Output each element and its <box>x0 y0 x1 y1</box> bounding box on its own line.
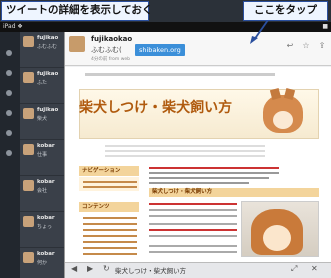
avatar <box>23 108 34 119</box>
tweet-text: ちょっ <box>37 224 53 230</box>
text-line <box>149 229 237 231</box>
list-item[interactable]: fujikao ふた <box>20 68 64 104</box>
list-item[interactable]: kobar 何か <box>20 248 64 278</box>
tweet-username[interactable]: fujikaokao <box>91 35 132 43</box>
site-title: 柴犬しつけ・柴犬飼い方 <box>79 100 233 116</box>
forward-icon[interactable]: ▶ <box>87 264 93 273</box>
text-line <box>105 155 265 157</box>
tweet-author: fujikao <box>37 107 59 113</box>
lists-icon[interactable] <box>6 110 12 116</box>
nav-link[interactable] <box>83 253 137 255</box>
text-line <box>149 182 249 184</box>
callout-tap-here: ここをタップ <box>243 1 328 21</box>
tweet-author: kobar <box>37 251 55 257</box>
tweet-author: kobar <box>37 215 55 221</box>
refresh-icon[interactable]: ↻ <box>103 264 110 273</box>
list-item[interactable]: kobar 会社 <box>20 176 64 212</box>
tweet-text: ふむふむ <box>37 44 58 50</box>
nav-link[interactable] <box>83 235 137 237</box>
nav-link[interactable] <box>83 241 137 243</box>
text-line <box>149 251 237 253</box>
account-sidebar <box>0 32 20 278</box>
browser-toolbar: ◀ ▶ ↻ 柴犬しつけ・柴犬飼い方 ⤢ ✕ <box>65 262 331 278</box>
mentions-icon[interactable] <box>6 70 12 76</box>
tweet-meta: 4分の前 from web <box>91 57 131 62</box>
close-icon[interactable]: ✕ <box>311 264 318 273</box>
text-line <box>149 172 279 174</box>
battery-icon: ■ <box>322 23 328 30</box>
dog-photo-face <box>263 225 291 251</box>
nav-box <box>79 177 139 191</box>
timeline-list: fujikao ふむふむ fujikao ふた fujikao 柴犬 kobar 仕事 … <box>20 32 64 278</box>
nav-link[interactable] <box>83 247 137 249</box>
back-icon[interactable]: ◀ <box>71 264 77 273</box>
nav-link[interactable] <box>83 223 137 225</box>
list-item[interactable]: fujikao 柴犬 <box>20 104 64 140</box>
text-line <box>149 245 237 247</box>
tweet-text: 仕事 <box>37 152 48 158</box>
tweet-detail-panel: fujikaokao ふむふむ( shibaken.org 4分の前 from … <box>64 32 331 278</box>
nav-heading: ナビゲーション <box>79 166 139 176</box>
site-top-bar <box>85 73 275 76</box>
text-line <box>149 203 237 205</box>
avatar <box>23 72 34 83</box>
screenshot: ツイートの詳細を表示しておく ここをタップ iPad ❖ ■ fujikao ふむ… <box>0 0 331 278</box>
text-line <box>149 223 237 225</box>
favorite-icon[interactable]: ☆ <box>300 40 312 52</box>
tweet-text: 何か <box>37 260 48 266</box>
nav-link[interactable] <box>83 229 137 231</box>
text-line <box>149 167 279 169</box>
dog-face <box>273 111 293 129</box>
tweet-text: ふむふむ( <box>91 46 122 54</box>
timeline-icon[interactable] <box>6 50 12 56</box>
nav-link[interactable] <box>83 217 137 219</box>
share-icon[interactable]: ⇪ <box>316 40 328 52</box>
avatar <box>23 180 34 191</box>
web-view[interactable]: 柴犬しつけ・柴犬飼い方 ナビゲーション コンテンツ 柴犬しつけ・柴犬飼い方 <box>65 67 331 262</box>
tweet-author: fujikao <box>37 35 59 41</box>
nav-link[interactable] <box>83 181 137 183</box>
list-item[interactable]: kobar ちょっ <box>20 212 64 248</box>
avatar[interactable] <box>69 36 85 52</box>
text-line <box>149 235 237 237</box>
tweet-actions: ↩ ☆ ⇪ <box>284 40 328 52</box>
avatar <box>23 36 34 47</box>
tweet-author: fujikao <box>37 71 59 77</box>
avatar <box>23 144 34 155</box>
text-line <box>149 177 269 179</box>
section-heading: 柴犬しつけ・柴犬飼い方 <box>149 188 319 197</box>
tweet-header: fujikaokao ふむふむ( shibaken.org 4分の前 from … <box>65 32 331 66</box>
carrier-label: iPad ❖ <box>3 23 23 30</box>
avatar <box>23 216 34 227</box>
nav-link[interactable] <box>83 186 137 188</box>
page-title: 柴犬しつけ・柴犬飼い方 <box>115 267 187 275</box>
text-line <box>149 215 237 217</box>
fullscreen-icon[interactable]: ⤢ <box>291 264 297 274</box>
tweet-text: 会社 <box>37 188 48 194</box>
profile-icon[interactable] <box>6 130 12 136</box>
tweet-text: 柴犬 <box>37 116 48 122</box>
text-line <box>105 145 265 147</box>
nav-heading: コンテンツ <box>79 202 139 212</box>
avatar <box>23 252 34 263</box>
tweet-author: kobar <box>37 179 55 185</box>
callout-show-tweet-detail: ツイートの詳細を表示しておく <box>1 1 152 21</box>
text-line <box>105 150 265 152</box>
link-button[interactable]: shibaken.org <box>135 44 185 56</box>
tweet-text: ふた <box>37 80 48 86</box>
list-item[interactable]: fujikao ふむふむ <box>20 32 64 68</box>
messages-icon[interactable] <box>6 90 12 96</box>
text-line <box>149 209 237 211</box>
tweet-author: kobar <box>37 143 55 149</box>
list-item[interactable]: kobar 仕事 <box>20 140 64 176</box>
search-icon[interactable] <box>6 150 12 156</box>
